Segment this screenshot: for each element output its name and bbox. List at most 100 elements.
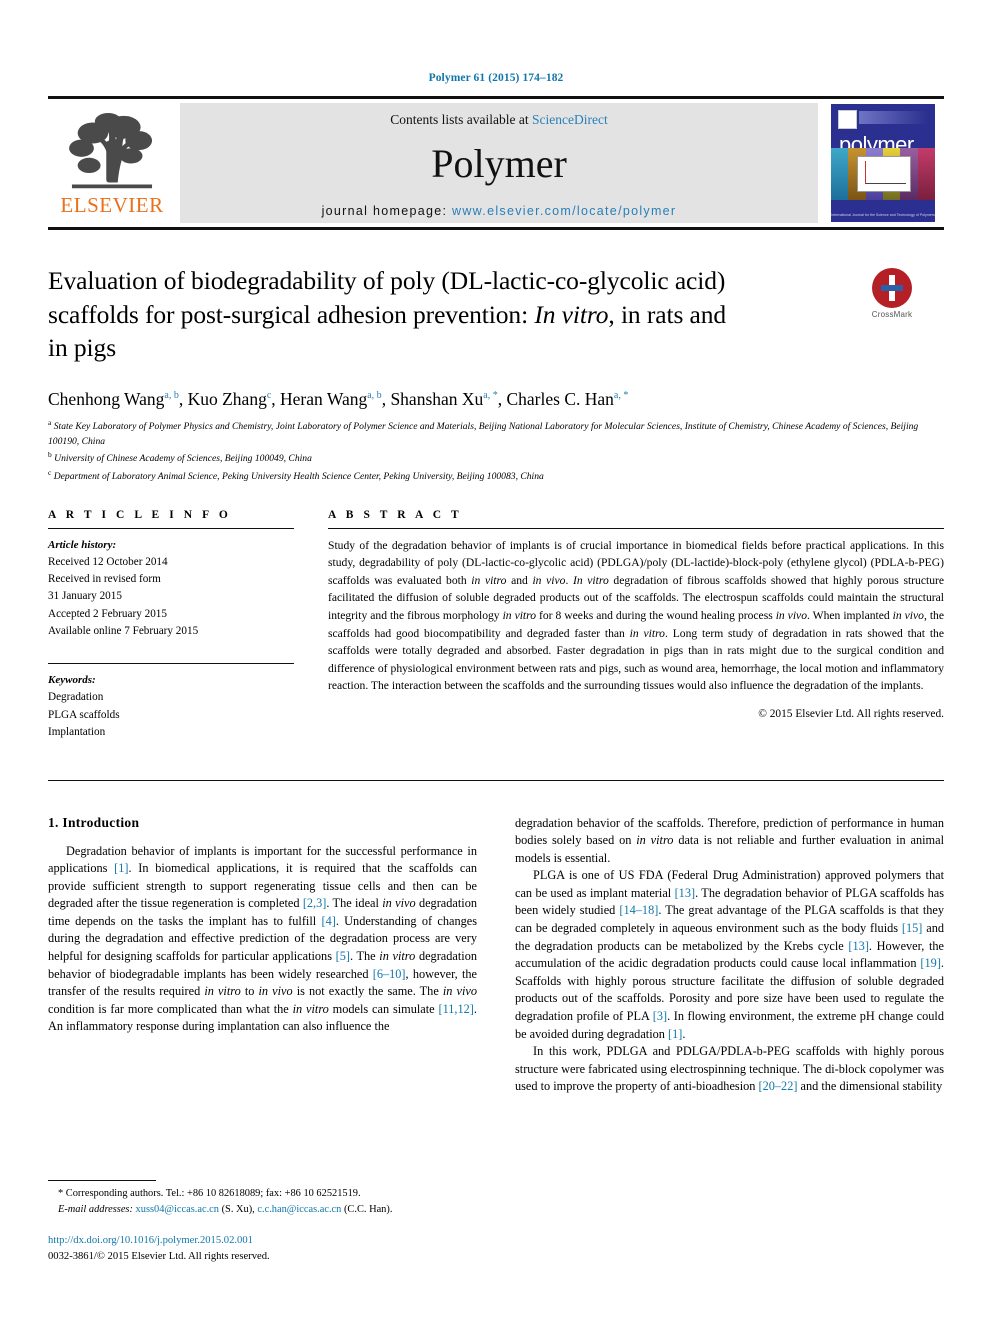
- corresponding-text: Corresponding authors. Tel.: +86 10 8261…: [63, 1188, 361, 1199]
- journal-homepage-line: journal homepage: www.elsevier.com/locat…: [322, 204, 677, 218]
- citation-link[interactable]: [20–22]: [759, 1079, 798, 1093]
- history-item: Received 12 October 2014: [48, 555, 168, 568]
- abstract-italic: in vivo: [532, 573, 566, 587]
- citation-link[interactable]: [15]: [902, 921, 923, 935]
- citation-link[interactable]: [13]: [848, 939, 869, 953]
- paragraph: In this work, PDLGA and PDLGA/PDLA-b-PEG…: [515, 1043, 944, 1096]
- abstract-italic: in vitro: [502, 609, 537, 623]
- affiliation-text: University of Chinese Academy of Science…: [54, 453, 312, 465]
- citation-link[interactable]: [2,3]: [303, 896, 327, 910]
- author-name: Kuo Zhang: [187, 388, 267, 409]
- homepage-url-link[interactable]: www.elsevier.com/locate/polymer: [452, 204, 676, 218]
- citation-link[interactable]: [4]: [321, 914, 335, 928]
- author-marks[interactable]: c: [267, 390, 271, 401]
- crossmark-label: CrossMark: [871, 310, 913, 319]
- author-marks[interactable]: a, b: [367, 390, 381, 401]
- body-column-left: 1. Introduction Degradation behavior of …: [48, 815, 477, 1096]
- text-seg: models can simulate: [328, 1001, 439, 1016]
- author-name: Chenhong Wang: [48, 388, 165, 409]
- divider: [48, 527, 294, 529]
- author-marks[interactable]: a, b: [164, 390, 178, 401]
- text-seg: . The ideal: [326, 896, 383, 911]
- elsevier-tree-icon: [69, 112, 153, 189]
- text-seg: is not exactly the same. The: [292, 984, 443, 999]
- article-history-label: Article history:: [48, 538, 117, 551]
- author-marks[interactable]: a, *: [614, 390, 628, 401]
- elsevier-logo: ELSEVIER: [48, 99, 176, 227]
- issn-copyright-line: 0032-3861/© 2015 Elsevier Ltd. All right…: [48, 1251, 270, 1263]
- author-name: Shanshan Xu: [390, 388, 484, 409]
- title-line-2-italic: In vitro: [534, 299, 609, 329]
- author-list: Chenhong Wanga, b, Kuo Zhangc, Heran Wan…: [48, 388, 629, 409]
- author-marks[interactable]: a, *: [483, 390, 497, 401]
- keyword-item: PLGA scaffolds: [48, 708, 120, 721]
- abstract-seg: for 8 weeks and during the wound healing…: [536, 609, 776, 623]
- info-abstract-region: A R T I C L E I N F O Article history: R…: [48, 509, 944, 742]
- journal-masthead: ELSEVIER Contents lists available at Sci…: [48, 96, 944, 230]
- keyword-item: Implantation: [48, 726, 106, 739]
- email-link-han[interactable]: c.c.han@iccas.ac.cn: [257, 1204, 341, 1215]
- abstract-italic: in vitro: [629, 626, 665, 640]
- author-name: Heran Wang: [280, 388, 368, 409]
- corresponding-author-note: * Corresponding authors. Tel.: +86 10 82…: [48, 1186, 468, 1202]
- masthead-center: Contents lists available at ScienceDirec…: [180, 103, 818, 223]
- citation-link[interactable]: [1]: [114, 861, 128, 875]
- doi-block: http://dx.doi.org/10.1016/j.polymer.2015…: [48, 1233, 468, 1265]
- cover-publisher-icon: [838, 110, 857, 129]
- sciencedirect-link[interactable]: ScienceDirect: [532, 112, 608, 127]
- citation-link[interactable]: [13]: [675, 886, 696, 900]
- email-owner-xu: (S. Xu),: [218, 1203, 258, 1215]
- text-italic: in vivo: [382, 896, 416, 911]
- affiliation-mark: b: [48, 450, 52, 460]
- text-italic: in vivo: [258, 984, 293, 999]
- title-line-2a: scaffolds for post-surgical adhesion pre…: [48, 299, 535, 329]
- journal-cover-thumbnail: polymer International Journal for the Sc…: [822, 99, 944, 227]
- abstract-heading: A B S T R A C T: [328, 508, 463, 521]
- abstract-seg: .: [565, 573, 573, 587]
- cover-subtitle: International Journal for the Science an…: [831, 212, 935, 217]
- history-item: Available online 7 February 2015: [48, 625, 199, 638]
- abstract-italic: in vitro: [471, 573, 507, 587]
- affiliation-mark: a: [48, 418, 52, 428]
- citation-link[interactable]: [6–10]: [373, 967, 406, 981]
- affiliation-mark: c: [48, 468, 52, 478]
- title-block: Evaluation of biodegradability of poly (…: [48, 264, 944, 365]
- history-item: Accepted 2 February 2015: [48, 607, 167, 620]
- crossmark-badge-group[interactable]: CrossMark: [840, 268, 944, 319]
- citation-link[interactable]: [14–18]: [619, 903, 658, 917]
- article-info-heading: A R T I C L E I N F O: [48, 508, 232, 521]
- citation-link[interactable]: [3]: [653, 1009, 667, 1023]
- citation-link[interactable]: [1]: [668, 1027, 682, 1041]
- article-history-block: Article history: Received 12 October 201…: [48, 537, 294, 641]
- body-column-right: degradation behavior of the scaffolds. T…: [515, 815, 944, 1096]
- elsevier-wordmark: ELSEVIER: [60, 193, 164, 217]
- doi-link[interactable]: http://dx.doi.org/10.1016/j.polymer.2015…: [48, 1233, 468, 1249]
- text-seg: condition is far more complicated than w…: [48, 1001, 293, 1016]
- abstract-copyright: © 2015 Elsevier Ltd. All rights reserved…: [758, 708, 944, 721]
- article-info-column: A R T I C L E I N F O Article history: R…: [48, 509, 294, 742]
- email-owner-han: (C.C. Han).: [341, 1203, 393, 1215]
- introduction-body: 1. Introduction Degradation behavior of …: [48, 815, 944, 1096]
- running-head: Polymer 61 (2015) 174–182: [428, 72, 564, 84]
- text-italic: in vitro: [636, 833, 674, 848]
- abstract-text: Study of the degradation behavior of imp…: [328, 537, 944, 695]
- affiliation-item: b University of Chinese Academy of Scien…: [48, 449, 944, 467]
- title-line-2b: , in rats and: [608, 299, 727, 329]
- citation-link[interactable]: [5]: [336, 949, 350, 963]
- text-seg: .: [682, 1026, 686, 1041]
- section-divider: [48, 779, 944, 781]
- citation-link[interactable]: [11,12]: [439, 1002, 474, 1016]
- text-italic: in vitro: [204, 984, 241, 999]
- cover-image: polymer International Journal for the Sc…: [831, 104, 935, 222]
- email-note: E-mail addresses: xuss04@iccas.ac.cn (S.…: [48, 1202, 468, 1218]
- footnote-zone: * Corresponding authors. Tel.: +86 10 82…: [48, 1180, 468, 1265]
- abstract-column: A B S T R A C T Study of the degradation…: [328, 509, 944, 742]
- page-title: Evaluation of biodegradability of poly (…: [48, 264, 824, 365]
- citation-link[interactable]: [19]: [920, 956, 941, 970]
- email-link-xu[interactable]: xuss04@iccas.ac.cn: [136, 1204, 219, 1215]
- abstract-seg: and: [506, 573, 533, 587]
- cover-chart-inset: [857, 156, 911, 192]
- text-italic: in vivo: [442, 984, 478, 999]
- section-heading-introduction: 1. Introduction: [48, 814, 140, 830]
- text-seg: . The: [349, 949, 380, 964]
